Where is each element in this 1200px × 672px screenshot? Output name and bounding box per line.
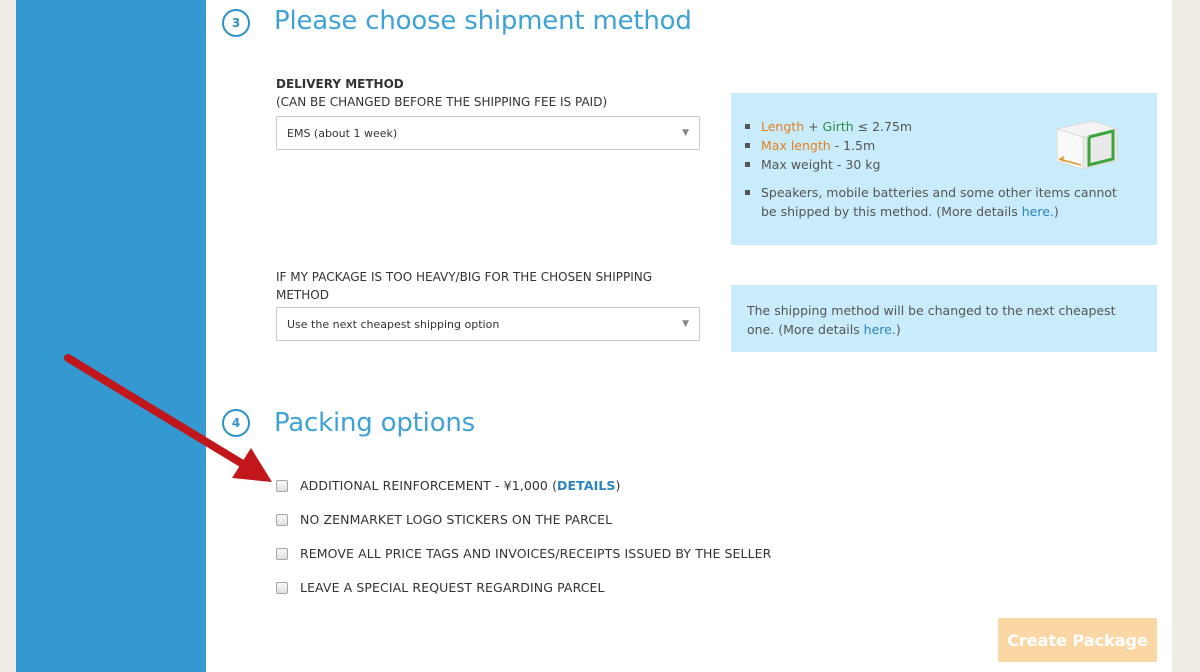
note-text: Speakers, mobile batteries and some othe… — [761, 185, 1117, 219]
delivery-method-sublabel: (CAN BE CHANGED BEFORE THE SHIPPING FEE … — [276, 95, 608, 109]
dropdown-caret-icon: ▼ — [682, 319, 689, 329]
reinforcement-checkbox[interactable] — [276, 479, 288, 492]
left-sidebar — [16, 0, 206, 672]
remove-tags-label: REMOVE ALL PRICE TAGS AND INVOICES/RECEI… — [300, 546, 772, 561]
remove-tags-checkbox[interactable] — [276, 547, 288, 560]
dropdown-caret-icon: ▼ — [682, 128, 689, 138]
reinforcement-label: ADDITIONAL REINFORCEMENT - ¥1,000 ( — [300, 478, 558, 493]
heavy-package-info: The shipping method will be changed to t… — [731, 285, 1157, 352]
special-request-label: LEAVE A SPECIAL REQUEST REGARDING PARCEL — [300, 580, 605, 595]
details-link[interactable]: DETAILS — [557, 478, 615, 493]
reinforcement-end: ) — [615, 478, 621, 493]
heavy-package-label: IF MY PACKAGE IS TOO HEAVY/BIG FOR THE C… — [276, 270, 653, 302]
girth-value: ≤ 2.75m — [853, 119, 913, 134]
option-no-logo-stickers[interactable]: NO ZENMARKET LOGO STICKERS ON THE PARCEL — [276, 512, 612, 527]
delivery-method-value: EMS (about 1 week) — [287, 126, 398, 140]
box-icon — [1055, 120, 1119, 170]
max-length-value: - 1.5m — [830, 138, 876, 153]
step-3-title: Please choose shipment method — [274, 6, 692, 36]
option-reinforcement[interactable]: ADDITIONAL REINFORCEMENT - ¥1,000 (DETAI… — [276, 478, 621, 493]
step-4-number: 4 — [222, 409, 250, 437]
special-request-checkbox[interactable] — [276, 581, 288, 594]
create-package-button[interactable]: Create Package — [998, 618, 1157, 662]
option-remove-price-tags[interactable]: REMOVE ALL PRICE TAGS AND INVOICES/RECEI… — [276, 546, 771, 561]
max-length-label: Max length — [761, 138, 831, 153]
restricted-items-note: Speakers, mobile batteries and some othe… — [743, 183, 1131, 221]
shipping-limits-info: Length + Girth ≤ 2.75m Max length - 1.5m… — [731, 93, 1157, 245]
girth-label: Girth — [822, 119, 854, 134]
step-3-number: 3 — [222, 9, 250, 37]
heavy-info-end: ) — [895, 322, 901, 337]
option-special-request[interactable]: LEAVE A SPECIAL REQUEST REGARDING PARCEL — [276, 580, 605, 595]
heavy-package-value: Use the next cheapest shipping option — [287, 317, 500, 331]
note-end: ) — [1053, 204, 1059, 219]
heavy-more-details-link[interactable]: here. — [864, 322, 896, 337]
length-label: Length — [761, 119, 805, 134]
no-logo-checkbox[interactable] — [276, 513, 288, 526]
plus-text: + — [804, 119, 823, 134]
more-details-link[interactable]: here. — [1022, 204, 1054, 219]
delivery-method-label: DELIVERY METHOD — [276, 77, 404, 91]
no-logo-label: NO ZENMARKET LOGO STICKERS ON THE PARCEL — [300, 512, 613, 527]
heavy-info-text: The shipping method will be changed to t… — [747, 303, 1116, 337]
step-4-title: Packing options — [274, 408, 476, 438]
delivery-method-select[interactable]: EMS (about 1 week) ▼ — [276, 116, 700, 150]
heavy-package-select[interactable]: Use the next cheapest shipping option ▼ — [276, 307, 700, 341]
